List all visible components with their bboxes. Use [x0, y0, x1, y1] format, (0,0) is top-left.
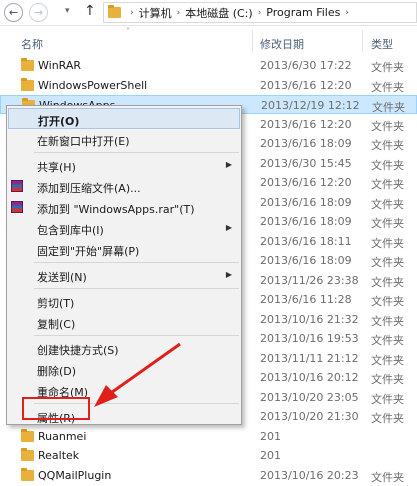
- annotation-arrow-icon: [94, 342, 181, 407]
